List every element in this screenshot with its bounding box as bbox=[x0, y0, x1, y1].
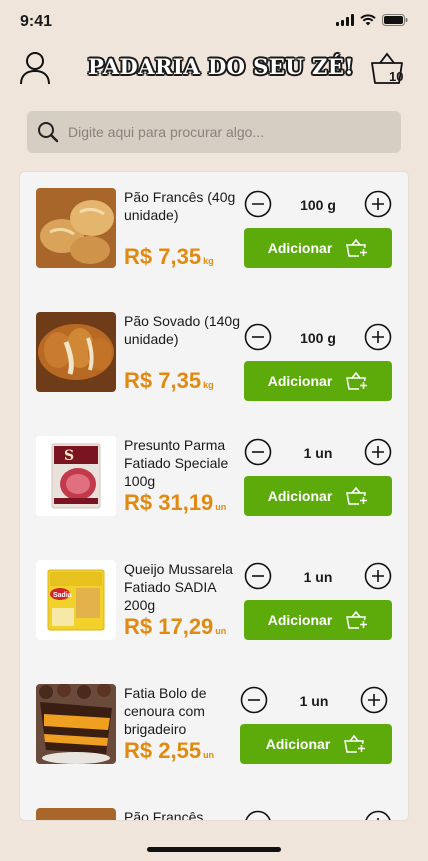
price-value: R$ 17,29 bbox=[124, 614, 214, 639]
cart-button[interactable]: 10 bbox=[370, 50, 410, 90]
quantity-value: 100 g bbox=[300, 197, 336, 213]
add-button-label: Adicionar bbox=[267, 488, 333, 504]
basket-plus-icon bbox=[346, 610, 369, 629]
product-card: S Presunto Parma Fatiado Speciale 100g R… bbox=[36, 436, 396, 520]
add-button-label: Adicionar bbox=[267, 612, 333, 628]
price-unit: kg bbox=[203, 256, 214, 266]
product-list: Pão Francês (40g unidade) R$ 7,35 kg 100 … bbox=[19, 171, 409, 821]
add-to-cart-button[interactable]: Adicionar bbox=[244, 600, 392, 640]
signal-icon bbox=[336, 14, 354, 26]
user-icon bbox=[20, 52, 50, 85]
wifi-icon bbox=[360, 14, 376, 26]
minus-circle-icon[interactable] bbox=[244, 323, 272, 351]
minus-circle-icon[interactable] bbox=[244, 190, 272, 218]
basket-plus-icon bbox=[346, 238, 369, 257]
product-price: R$ 7,35 kg bbox=[124, 368, 214, 394]
plus-circle-icon[interactable] bbox=[364, 323, 392, 351]
home-indicator bbox=[147, 847, 281, 852]
profile-button[interactable] bbox=[18, 50, 52, 86]
add-to-cart-button[interactable]: Adicionar bbox=[244, 476, 392, 516]
svg-text:S: S bbox=[64, 448, 74, 464]
minus-circle-icon[interactable] bbox=[244, 438, 272, 466]
product-name: Pão Francês (40g unidade) bbox=[124, 189, 236, 223]
minus-circle-icon[interactable] bbox=[244, 562, 272, 590]
product-image bbox=[36, 188, 116, 268]
search-icon bbox=[37, 121, 59, 143]
price-unit: un bbox=[203, 750, 215, 760]
quantity-value: 100 g bbox=[300, 330, 336, 346]
plus-circle-icon[interactable] bbox=[364, 438, 392, 466]
product-card: Sadia Queijo Mussarela Fatiado SADIA 200… bbox=[36, 560, 396, 644]
add-button-label: Adicionar bbox=[265, 736, 331, 752]
app-header: PADARIA DO SEU ZÉ! 10 bbox=[0, 48, 428, 92]
add-to-cart-button[interactable]: Adicionar bbox=[244, 228, 392, 268]
plus-circle-icon[interactable] bbox=[364, 562, 392, 590]
product-card: Pão Sovado (140g unidade) R$ 7,35 kg 100 … bbox=[36, 312, 396, 401]
minus-circle-icon[interactable] bbox=[240, 686, 268, 714]
price-value: R$ 7,35 bbox=[124, 368, 202, 393]
product-card: Fatia Bolo de cenoura com brigadeiro R$ … bbox=[36, 684, 396, 768]
plus-circle-icon[interactable] bbox=[360, 686, 388, 714]
price-value: R$ 7,35 bbox=[124, 244, 202, 269]
product-image: S bbox=[36, 436, 116, 516]
status-bar: 9:41 bbox=[0, 0, 428, 44]
product-price: R$ 7,35 kg bbox=[124, 244, 214, 270]
battery-icon bbox=[382, 14, 408, 26]
product-name: Pão Francês bbox=[124, 809, 204, 821]
product-image: Sadia bbox=[36, 560, 116, 640]
add-to-cart-button[interactable]: Adicionar bbox=[244, 361, 392, 401]
price-unit: un bbox=[215, 502, 227, 512]
product-card: Pão Francês bbox=[36, 808, 396, 821]
add-button-label: Adicionar bbox=[267, 373, 333, 389]
cart-count-badge: 10 bbox=[389, 69, 404, 84]
basket-plus-icon bbox=[344, 734, 367, 753]
product-price: R$ 2,55 un bbox=[124, 738, 214, 764]
product-name: Fatia Bolo de cenoura com brigadeiro bbox=[124, 685, 207, 737]
search-input[interactable] bbox=[68, 124, 388, 140]
product-name: Pão Sovado (140g unidade) bbox=[124, 313, 240, 347]
svg-text:Sadia: Sadia bbox=[53, 592, 72, 599]
minus-circle-icon[interactable] bbox=[244, 810, 272, 821]
plus-circle-icon[interactable] bbox=[364, 190, 392, 218]
product-image bbox=[36, 808, 116, 820]
product-name: Queijo Mussarela Fatiado SADIA 200g bbox=[124, 561, 233, 613]
product-price: R$ 17,29 un bbox=[124, 614, 226, 640]
quantity-value: 1 un bbox=[299, 693, 329, 709]
status-icons bbox=[336, 14, 408, 26]
price-value: R$ 2,55 bbox=[124, 738, 202, 763]
product-image bbox=[36, 684, 116, 764]
basket-plus-icon bbox=[346, 486, 369, 505]
price-value: R$ 31,19 bbox=[124, 490, 214, 515]
search-bar bbox=[27, 111, 401, 153]
product-price: R$ 31,19 un bbox=[124, 490, 226, 516]
product-card: Pão Francês (40g unidade) R$ 7,35 kg 100 … bbox=[36, 188, 396, 272]
price-unit: kg bbox=[203, 380, 214, 390]
status-time: 9:41 bbox=[20, 13, 53, 30]
add-to-cart-button[interactable]: Adicionar bbox=[240, 724, 392, 764]
product-name: Presunto Parma Fatiado Speciale 100g bbox=[124, 437, 229, 489]
add-button-label: Adicionar bbox=[267, 240, 333, 256]
product-image bbox=[36, 312, 116, 392]
price-unit: un bbox=[215, 626, 227, 636]
quantity-value: 1 un bbox=[303, 569, 333, 585]
plus-circle-icon[interactable] bbox=[364, 810, 392, 821]
basket-plus-icon bbox=[346, 371, 369, 390]
quantity-value: 1 un bbox=[303, 445, 333, 461]
app-logo: PADARIA DO SEU ZÉ! bbox=[88, 54, 355, 79]
